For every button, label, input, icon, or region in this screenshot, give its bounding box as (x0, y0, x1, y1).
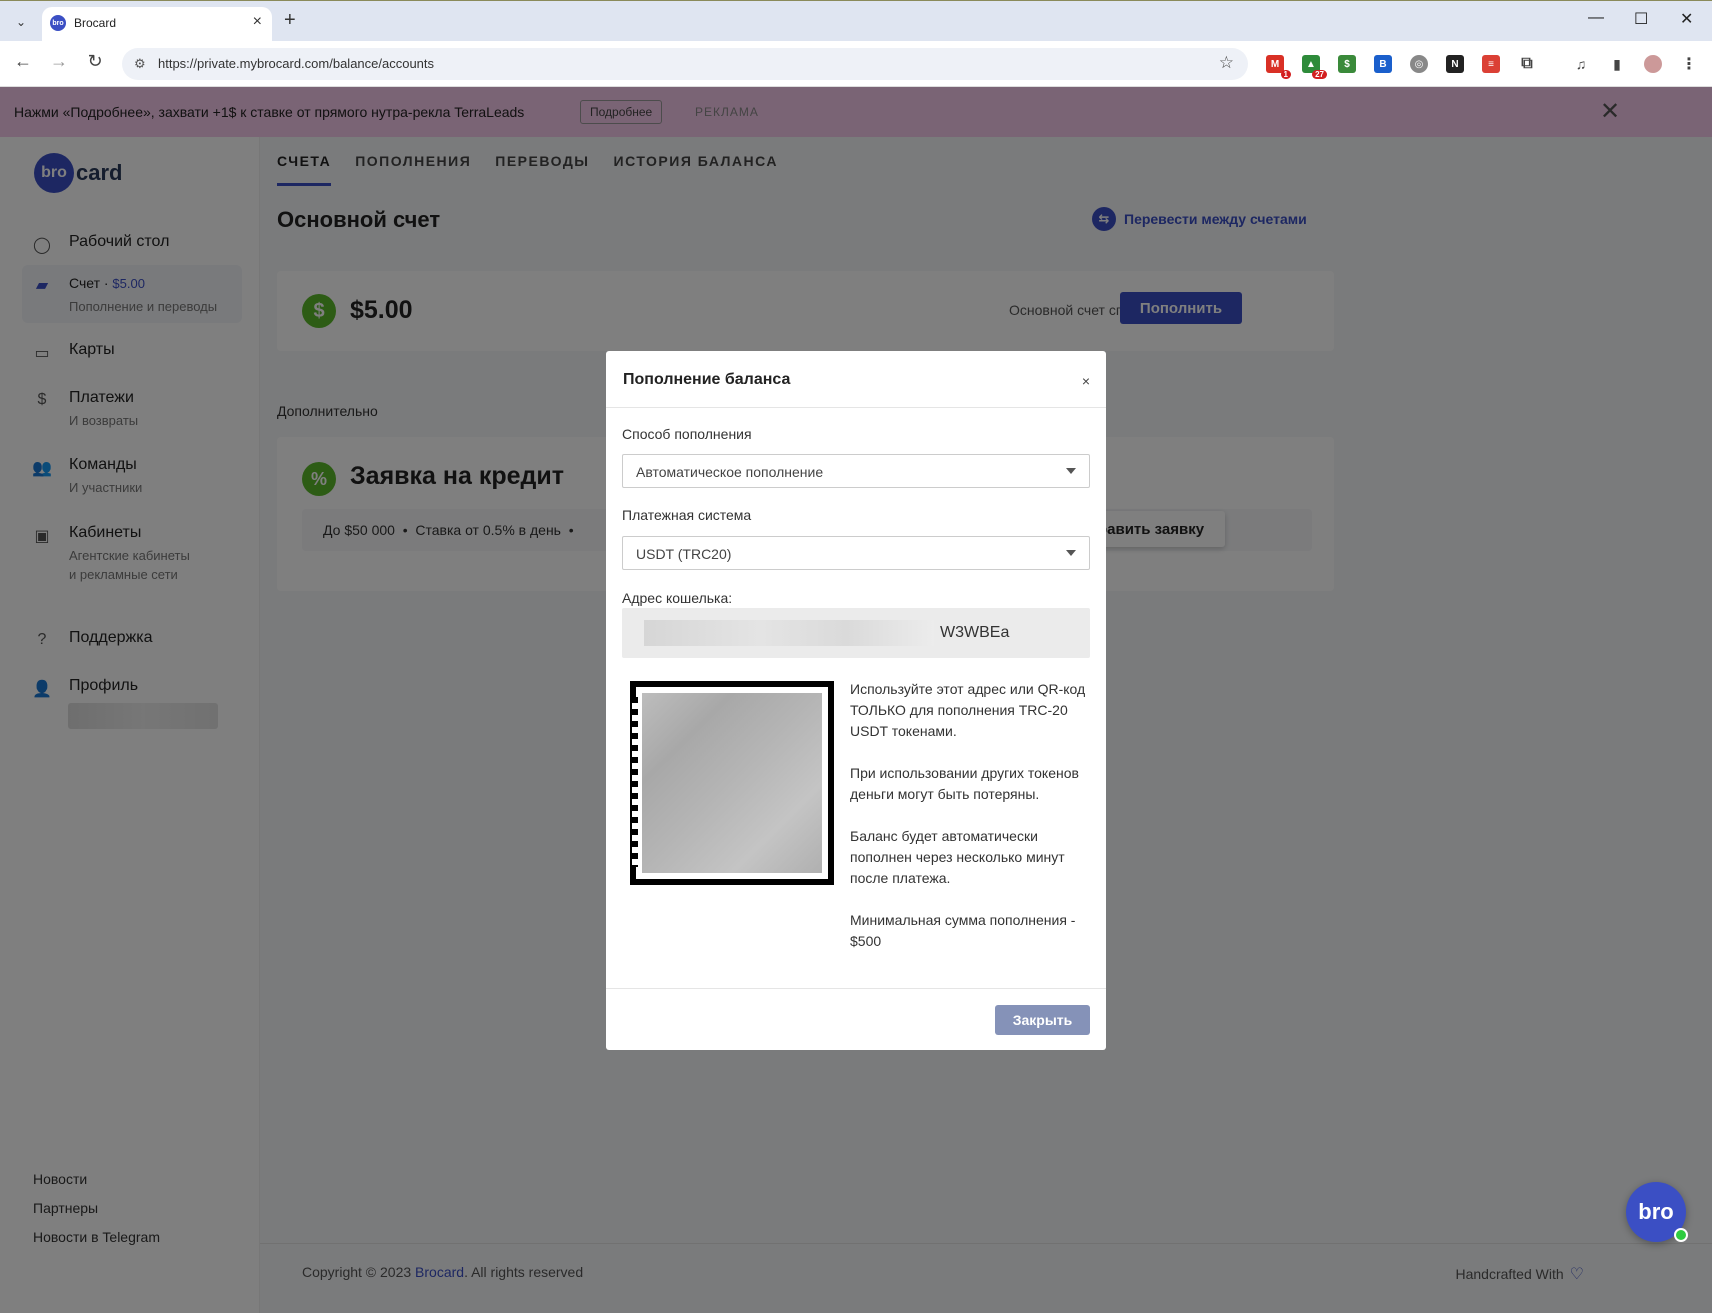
tab-search-button[interactable]: ⌄ (8, 9, 34, 35)
chevron-down-icon (1066, 468, 1076, 474)
url-text[interactable]: https://private.mybrocard.com/balance/ac… (158, 56, 434, 71)
todoist-ext-icon[interactable]: ≡ (1482, 55, 1500, 73)
method-select[interactable]: Автоматическое пополнение (622, 454, 1090, 488)
brocard-favicon-icon: bro (50, 15, 66, 31)
green-ext-icon[interactable]: ▲ 27 (1302, 55, 1327, 79)
modal-info: Используйте этот адрес или QR-код ТОЛЬКО… (850, 679, 1096, 973)
info-paragraph: Баланс будет автоматически пополнен чере… (850, 828, 1065, 886)
modal-close-icon[interactable]: × (1082, 373, 1090, 389)
system-label: Платежная система (622, 507, 752, 523)
chat-widget-button[interactable]: bro (1626, 1182, 1688, 1242)
blue-ext-icon[interactable]: B (1374, 55, 1392, 73)
browser-tabbar: ⌄ bro Brocard × + — ☐ ✕ (0, 0, 1712, 42)
info-paragraph: Минимальная сумма пополнения - $500 (850, 912, 1076, 949)
browser-menu-icon[interactable]: ⋮ (1680, 55, 1698, 73)
info-paragraph: При использовании других токенов деньги … (850, 765, 1079, 802)
media-icon[interactable]: ♫ (1572, 55, 1590, 73)
profile-avatar-icon[interactable] (1644, 55, 1662, 73)
gmail-ext-icon[interactable]: M1 (1266, 55, 1291, 79)
maximize-icon[interactable]: ☐ (1634, 9, 1648, 29)
site-settings-icon[interactable]: ⚙ (134, 56, 146, 72)
topup-modal: Пополнение баланса × Способ пополнения А… (606, 351, 1106, 1050)
method-label: Способ пополнения (622, 426, 752, 442)
money-ext-icon[interactable]: $ (1338, 55, 1356, 73)
notion-ext-icon[interactable]: N (1446, 55, 1464, 73)
close-button[interactable]: Закрыть (995, 1005, 1090, 1035)
system-value: USDT (TRC20) (636, 546, 732, 562)
payment-system-select[interactable]: USDT (TRC20) (622, 536, 1090, 570)
modal-title: Пополнение баланса (623, 371, 791, 388)
bookmark-star-icon[interactable]: ☆ (1219, 53, 1234, 73)
window-close-icon[interactable]: ✕ (1680, 9, 1693, 29)
method-value: Автоматическое пополнение (636, 464, 824, 480)
chevron-down-icon (1066, 550, 1076, 556)
tab-title: Brocard (74, 16, 117, 30)
reload-icon[interactable]: ↻ (82, 51, 108, 72)
forward-icon[interactable]: → (46, 51, 72, 72)
minimize-icon[interactable]: — (1588, 9, 1604, 27)
modal-header: Пополнение баланса × (606, 351, 1106, 408)
gray-ext-icon[interactable]: ◎ (1410, 55, 1428, 73)
modal-footer: Закрыть (606, 988, 1106, 1050)
new-tab-button[interactable]: + (284, 9, 296, 32)
wallet-address-visible: W3WBEa (940, 624, 1010, 641)
info-paragraph: Используйте этот адрес или QR-код ТОЛЬКО… (850, 681, 1086, 739)
browser-toolbar: ← → ↻ ⚙ https://private.mybrocard.com/ba… (0, 41, 1712, 87)
online-status-dot (1674, 1228, 1688, 1242)
wallet-label: Адрес кошелька: (622, 590, 733, 606)
tab-close-icon[interactable]: × (253, 13, 262, 31)
side-panel-icon[interactable]: ▮ (1608, 55, 1626, 73)
qr-edge-pattern (632, 697, 638, 867)
wallet-address-field[interactable]: W3WBEa (622, 608, 1090, 658)
back-icon[interactable]: ← (10, 51, 36, 72)
wallet-address-redacted (644, 620, 934, 646)
wallet-qr-code (630, 681, 834, 885)
address-bar[interactable]: ⚙ https://private.mybrocard.com/balance/… (122, 48, 1248, 80)
qr-redacted (642, 693, 822, 873)
browser-tab[interactable]: bro Brocard × (42, 7, 272, 42)
chat-badge-label: bro (1638, 1199, 1674, 1224)
extensions-puzzle-icon[interactable]: ⧉ (1518, 55, 1536, 73)
